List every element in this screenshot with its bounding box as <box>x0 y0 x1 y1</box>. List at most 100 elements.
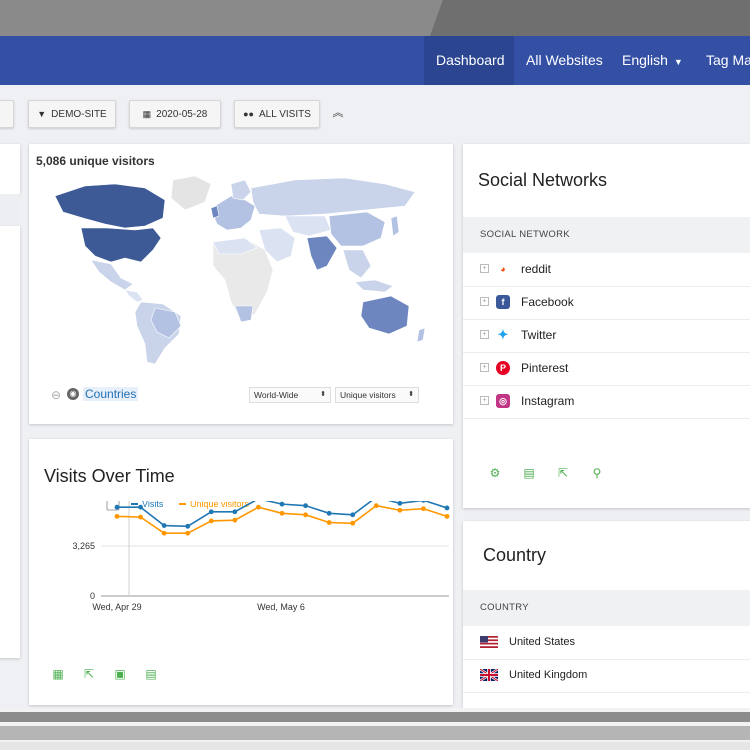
data-point[interactable] <box>326 520 332 525</box>
data-point[interactable] <box>350 512 356 518</box>
map-scope-select[interactable]: World-Wide ⬍ <box>249 387 331 403</box>
data-point[interactable] <box>397 507 403 513</box>
social-row-reddit[interactable]: + ◕ reddit <box>463 253 750 287</box>
site-label: DEMO-SITE <box>51 109 107 120</box>
data-point[interactable] <box>208 518 214 524</box>
left-partial-card-main <box>0 226 20 658</box>
map-region-india[interactable] <box>306 235 338 271</box>
data-point[interactable] <box>397 501 403 506</box>
country-widget: Country COUNTRY United States United Kin… <box>463 521 750 708</box>
map-region-south-africa[interactable] <box>234 305 254 323</box>
annotation-icon[interactable]: ▤ <box>144 667 158 681</box>
social-row-twitter[interactable]: + ✦ Twitter <box>463 319 750 353</box>
country-row-uk[interactable]: United Kingdom <box>463 659 750 693</box>
data-point[interactable] <box>421 506 426 512</box>
data-point[interactable] <box>232 517 238 523</box>
nav-tag-manager[interactable]: Tag Mar <box>694 36 750 85</box>
data-point[interactable] <box>138 504 143 510</box>
map-footer: ⊖ ◉ Countries World-Wide ⬍ Unique visitor… <box>51 385 441 405</box>
left-partial-strip <box>0 194 20 224</box>
image-icon[interactable]: ▣ <box>113 667 127 681</box>
country-label: United States <box>509 636 576 648</box>
map-region-new-zealand[interactable] <box>416 327 426 343</box>
nav-all-websites[interactable]: All Websites <box>514 36 615 85</box>
data-point[interactable] <box>303 503 308 509</box>
left-partial-card <box>0 144 20 194</box>
data-point[interactable] <box>232 509 238 515</box>
countries-link[interactable]: Countries <box>83 387 139 401</box>
gear-icon[interactable]: ⚙ <box>488 466 502 480</box>
data-point[interactable] <box>185 530 191 536</box>
data-point[interactable] <box>373 503 379 509</box>
segment-selector-button[interactable]: ●● ALL VISITS <box>234 100 320 128</box>
users-icon: ●● <box>243 109 254 119</box>
data-point[interactable] <box>138 514 143 520</box>
data-point[interactable] <box>421 501 426 503</box>
collapse-icon[interactable]: ︽ <box>331 104 345 119</box>
nav-dashboard[interactable]: Dashboard <box>424 36 514 85</box>
table-icon[interactable]: ▤ <box>522 466 536 480</box>
expand-plus-icon[interactable]: + <box>480 297 489 306</box>
caret-down-icon: ▼ <box>673 57 683 67</box>
country-row-us[interactable]: United States <box>463 626 750 660</box>
data-point[interactable] <box>161 530 167 536</box>
data-point[interactable] <box>114 513 120 519</box>
toolbar-left-button[interactable] <box>0 100 14 128</box>
map-region-southeast-asia[interactable] <box>342 249 372 279</box>
data-point[interactable] <box>350 520 356 526</box>
map-region-mexico[interactable] <box>90 259 134 291</box>
instagram-icon: ◎ <box>496 394 510 408</box>
search-icon[interactable]: ⚲ <box>590 466 604 480</box>
data-point[interactable] <box>303 512 308 518</box>
data-point[interactable] <box>279 510 285 516</box>
expand-plus-icon[interactable]: + <box>480 330 489 339</box>
data-point[interactable] <box>114 504 120 510</box>
map-region-central-asia[interactable] <box>284 215 332 237</box>
map-region-greenland[interactable] <box>170 175 212 211</box>
site-selector-button[interactable]: ▼ DEMO-SITE <box>28 100 116 128</box>
map-region-canada[interactable] <box>54 183 166 229</box>
map-metric-select[interactable]: Unique visitors ⬍ <box>335 387 419 403</box>
data-point[interactable] <box>444 505 450 511</box>
visits-line-chart[interactable]: 6,5303,2650Wed, Apr 29Wed, May 6VisitsUn… <box>29 501 453 651</box>
data-point[interactable] <box>161 523 167 528</box>
us-flag-icon <box>480 636 498 648</box>
social-label: reddit <box>521 262 552 276</box>
map-region-scandinavia[interactable] <box>230 179 252 201</box>
expand-plus-icon[interactable]: + <box>480 264 489 273</box>
map-region-australia[interactable] <box>360 295 410 335</box>
data-point[interactable] <box>256 504 261 510</box>
frame-bar <box>0 712 750 722</box>
world-map[interactable] <box>45 166 445 366</box>
data-point[interactable] <box>279 501 285 507</box>
map-region-russia[interactable] <box>250 177 416 217</box>
legend-label[interactable]: Visits <box>142 501 164 509</box>
y-tick-label: 3,265 <box>72 541 95 551</box>
expand-plus-icon[interactable]: + <box>480 396 489 405</box>
export-icon[interactable]: ⇱ <box>82 667 96 681</box>
date-selector-button[interactable]: ▦ 2020-05-28 <box>129 100 221 128</box>
data-point[interactable] <box>208 509 214 515</box>
map-region-usa[interactable] <box>80 227 162 263</box>
data-point[interactable] <box>444 513 450 519</box>
data-point[interactable] <box>326 510 332 516</box>
data-point[interactable] <box>185 523 191 529</box>
top-navbar: Dashboard All Websites English ▼ Tag Mar <box>0 36 750 85</box>
pinterest-icon: P <box>496 361 510 375</box>
social-row-facebook[interactable]: + f Facebook <box>463 286 750 320</box>
nav-language-selector[interactable]: English ▼ <box>610 36 695 85</box>
export-icon[interactable]: ⇱ <box>556 466 570 480</box>
zoom-out-icon[interactable]: ⊖ <box>51 388 61 402</box>
social-row-instagram[interactable]: + ◎ Instagram <box>463 385 750 419</box>
map-region-china[interactable] <box>328 211 386 247</box>
map-region-japan[interactable] <box>390 215 400 237</box>
social-row-pinterest[interactable]: + P Pinterest <box>463 352 750 386</box>
social-title: Social Networks <box>478 170 608 190</box>
map-region-indonesia[interactable] <box>354 279 394 293</box>
calendar-icon[interactable]: ▦ <box>51 667 65 681</box>
globe-icon[interactable]: ◉ <box>67 388 79 400</box>
map-region-europe[interactable] <box>212 195 256 231</box>
social-label: Facebook <box>521 295 574 309</box>
expand-plus-icon[interactable]: + <box>480 363 489 372</box>
map-region-central-america[interactable] <box>124 289 144 303</box>
